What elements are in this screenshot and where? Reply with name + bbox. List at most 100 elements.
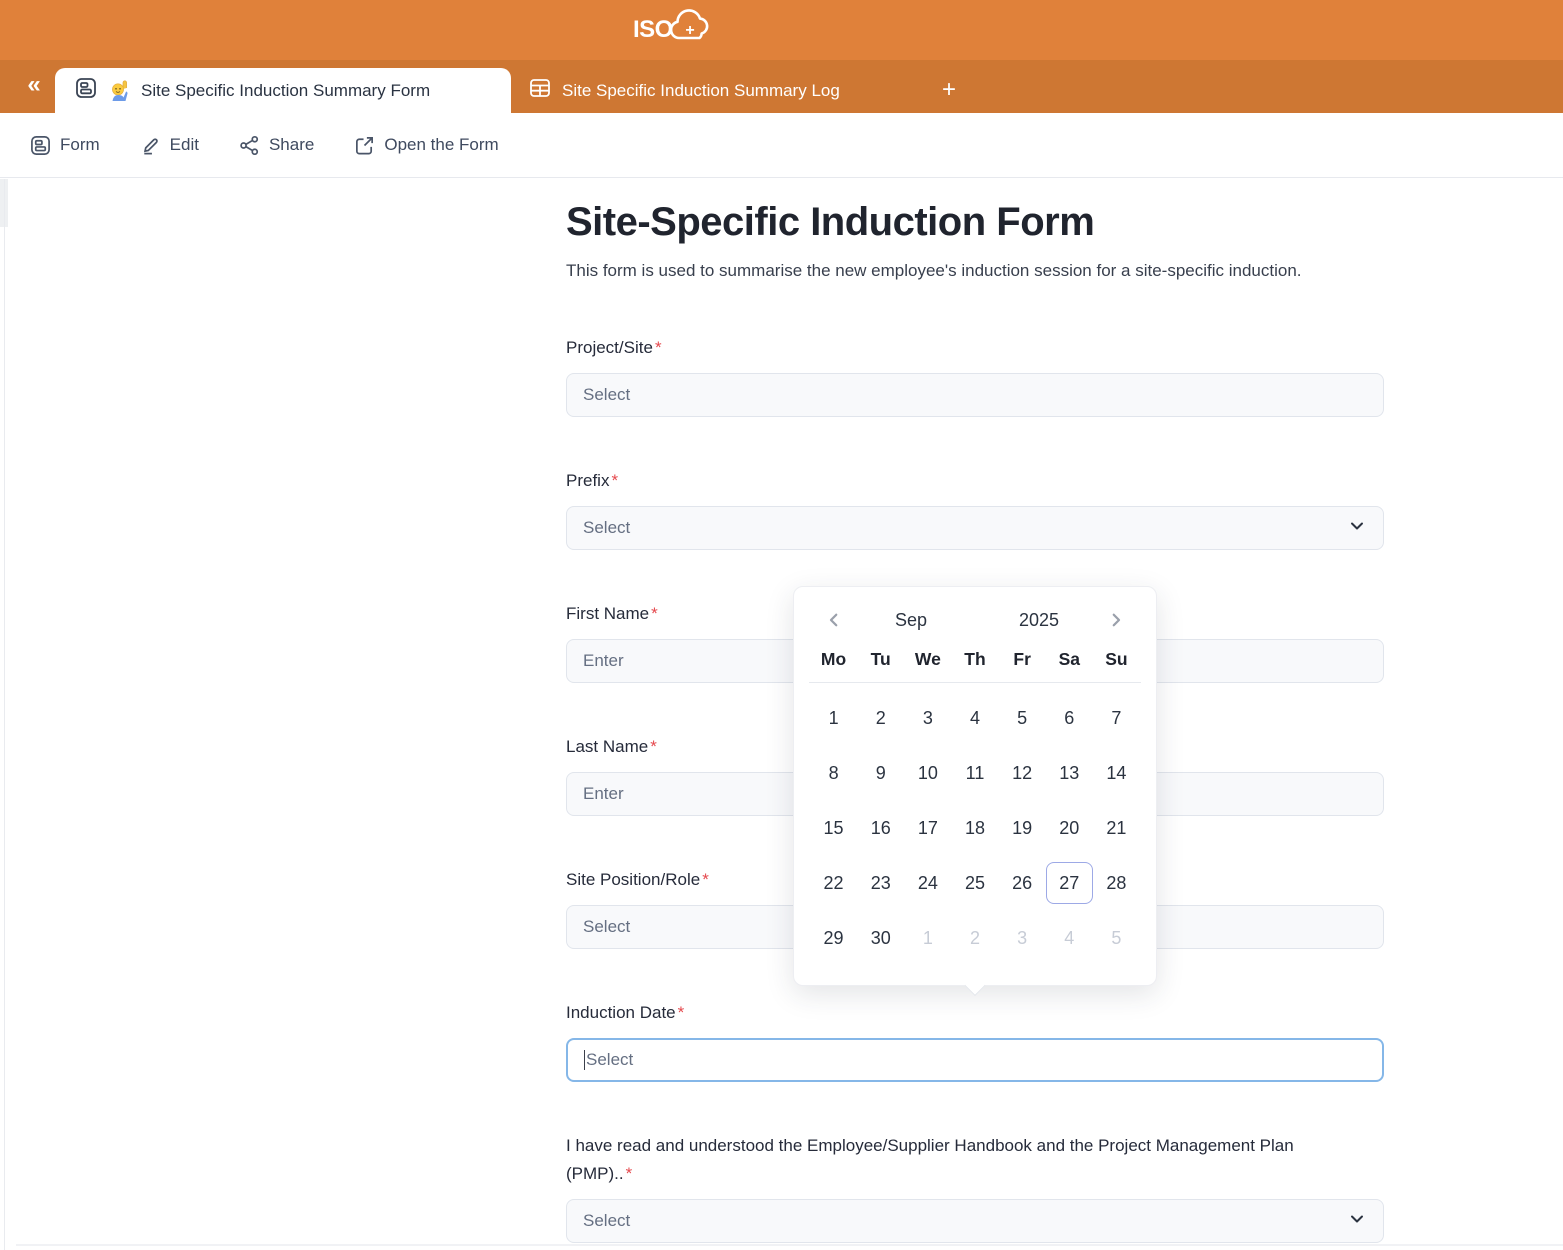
required-asterisk: * — [702, 870, 709, 889]
field-label: Induction Date* — [566, 999, 1306, 1027]
induction-date-input[interactable]: Select — [566, 1038, 1384, 1082]
calendar-day[interactable]: 8 — [810, 752, 857, 794]
calendar-next-month-button[interactable] — [1103, 607, 1129, 633]
calendar-weekday: Th — [951, 649, 998, 670]
prefix-dropdown[interactable]: Select — [566, 506, 1384, 550]
field-prefix: Prefix* Select — [566, 467, 1384, 550]
calendar-day[interactable]: 24 — [904, 862, 951, 904]
tab-induction-summary-log[interactable]: Site Specific Induction Summary Log — [511, 68, 858, 113]
field-induction-date: Induction Date* Select — [566, 999, 1384, 1082]
calendar-day[interactable]: 23 — [857, 862, 904, 904]
calendar-day[interactable]: 26 — [999, 862, 1046, 904]
share-icon — [239, 135, 260, 156]
calendar-day[interactable]: 15 — [810, 807, 857, 849]
tab-induction-summary-form[interactable]: Site Specific Induction Summary Form — [55, 68, 511, 113]
form-menu-button[interactable]: Form — [30, 135, 100, 156]
calendar-day[interactable]: 17 — [904, 807, 951, 849]
calendar-day[interactable]: 30 — [857, 917, 904, 959]
collapse-sidebar-button[interactable]: « — [16, 67, 52, 103]
app-header: ISO + — [0, 0, 1563, 60]
calendar-day[interactable]: 3 — [999, 917, 1046, 959]
pencil-icon — [140, 135, 161, 156]
toolbar: Form Edit Share — [0, 113, 1563, 178]
required-asterisk: * — [611, 471, 618, 490]
calendar-day[interactable]: 27 — [1046, 862, 1093, 904]
calendar-day[interactable]: 5 — [1093, 917, 1140, 959]
calendar-header: Sep 2025 — [807, 603, 1143, 633]
calendar-weekdays: MoTuWeThFrSaSu — [807, 649, 1143, 670]
calendar-day[interactable]: 19 — [999, 807, 1046, 849]
add-tab-button[interactable]: + — [932, 70, 966, 110]
external-link-icon — [354, 135, 375, 156]
field-label: I have read and understood the Employee/… — [566, 1132, 1306, 1188]
toolbar-label: Open the Form — [384, 135, 498, 155]
required-asterisk: * — [678, 1003, 685, 1022]
calendar-day[interactable]: 4 — [951, 697, 998, 739]
required-asterisk: * — [626, 1164, 633, 1183]
calendar-day[interactable]: 1 — [904, 917, 951, 959]
handbook-acknowledgement-dropdown[interactable]: Select — [566, 1199, 1384, 1243]
form-description: This form is used to summarise the new e… — [566, 257, 1384, 284]
page-title: Site-Specific Induction Form — [566, 200, 1384, 245]
calendar-weekday: Mo — [810, 649, 857, 670]
calendar-weekday: Fr — [999, 649, 1046, 670]
field-label: Project/Site* — [566, 334, 1306, 362]
calendar-day[interactable]: 13 — [1046, 752, 1093, 794]
toolbar-label: Form — [60, 135, 100, 155]
toolbar-label: Share — [269, 135, 314, 155]
required-asterisk: * — [650, 737, 657, 756]
calendar-day[interactable]: 10 — [904, 752, 951, 794]
calendar-day[interactable]: 2 — [951, 917, 998, 959]
calendar-day[interactable]: 5 — [999, 697, 1046, 739]
field-handbook-acknowledgement: I have read and understood the Employee/… — [566, 1132, 1384, 1243]
cloud-icon: + — [669, 10, 711, 49]
chevron-down-icon — [1347, 516, 1367, 541]
calendar-prev-month-button[interactable] — [821, 607, 847, 633]
calendar-day[interactable]: 3 — [904, 697, 951, 739]
calendar-day[interactable]: 28 — [1093, 862, 1140, 904]
calendar-year[interactable]: 2025 — [975, 610, 1103, 631]
edit-button[interactable]: Edit — [140, 135, 199, 156]
form-icon — [30, 135, 51, 156]
required-asterisk: * — [651, 604, 658, 623]
tab-bar: « Site Specific Induction Summary Form — [0, 60, 1563, 113]
calendar-day[interactable]: 18 — [951, 807, 998, 849]
text-cursor — [584, 1050, 585, 1070]
calendar-month[interactable]: Sep — [847, 610, 975, 631]
brand-logo-text: ISO — [633, 11, 673, 49]
calendar-day[interactable]: 21 — [1093, 807, 1140, 849]
calendar-grid: 1234567891011121314151617181920212223242… — [807, 697, 1143, 959]
calendar-day[interactable]: 11 — [951, 752, 998, 794]
calendar-day[interactable]: 14 — [1093, 752, 1140, 794]
person-raising-hand-emoji — [108, 80, 130, 102]
share-button[interactable]: Share — [239, 135, 314, 156]
date-picker-popup: Sep 2025 MoTuWeThFrSaSu 1234567891011121… — [793, 586, 1157, 986]
calendar-day[interactable]: 20 — [1046, 807, 1093, 849]
calendar-day[interactable]: 4 — [1046, 917, 1093, 959]
calendar-day[interactable]: 1 — [810, 697, 857, 739]
calendar-day[interactable]: 6 — [1046, 697, 1093, 739]
calendar-day[interactable]: 29 — [810, 917, 857, 959]
calendar-day[interactable]: 22 — [810, 862, 857, 904]
brand-logo: ISO + — [633, 10, 711, 49]
tab-label: Site Specific Induction Summary Log — [562, 81, 840, 101]
calendar-weekday: Su — [1093, 649, 1140, 670]
calendar-day[interactable]: 2 — [857, 697, 904, 739]
required-asterisk: * — [655, 338, 662, 357]
calendar-weekday: Sa — [1046, 649, 1093, 670]
calendar-day[interactable]: 7 — [1093, 697, 1140, 739]
calendar-weekday: Tu — [857, 649, 904, 670]
bottom-hairline — [16, 1244, 1563, 1246]
open-the-form-button[interactable]: Open the Form — [354, 135, 498, 156]
calendar-day[interactable]: 16 — [857, 807, 904, 849]
project-site-select[interactable]: Select — [566, 373, 1384, 417]
tab-label: Site Specific Induction Summary Form — [141, 81, 430, 101]
form-icon — [75, 77, 97, 104]
field-label: Prefix* — [566, 467, 1306, 495]
calendar-day[interactable]: 25 — [951, 862, 998, 904]
field-project-site: Project/Site* Select — [566, 334, 1384, 417]
calendar-day[interactable]: 9 — [857, 752, 904, 794]
calendar-day[interactable]: 12 — [999, 752, 1046, 794]
table-icon — [529, 77, 551, 104]
sidebar-divider — [4, 179, 5, 1250]
